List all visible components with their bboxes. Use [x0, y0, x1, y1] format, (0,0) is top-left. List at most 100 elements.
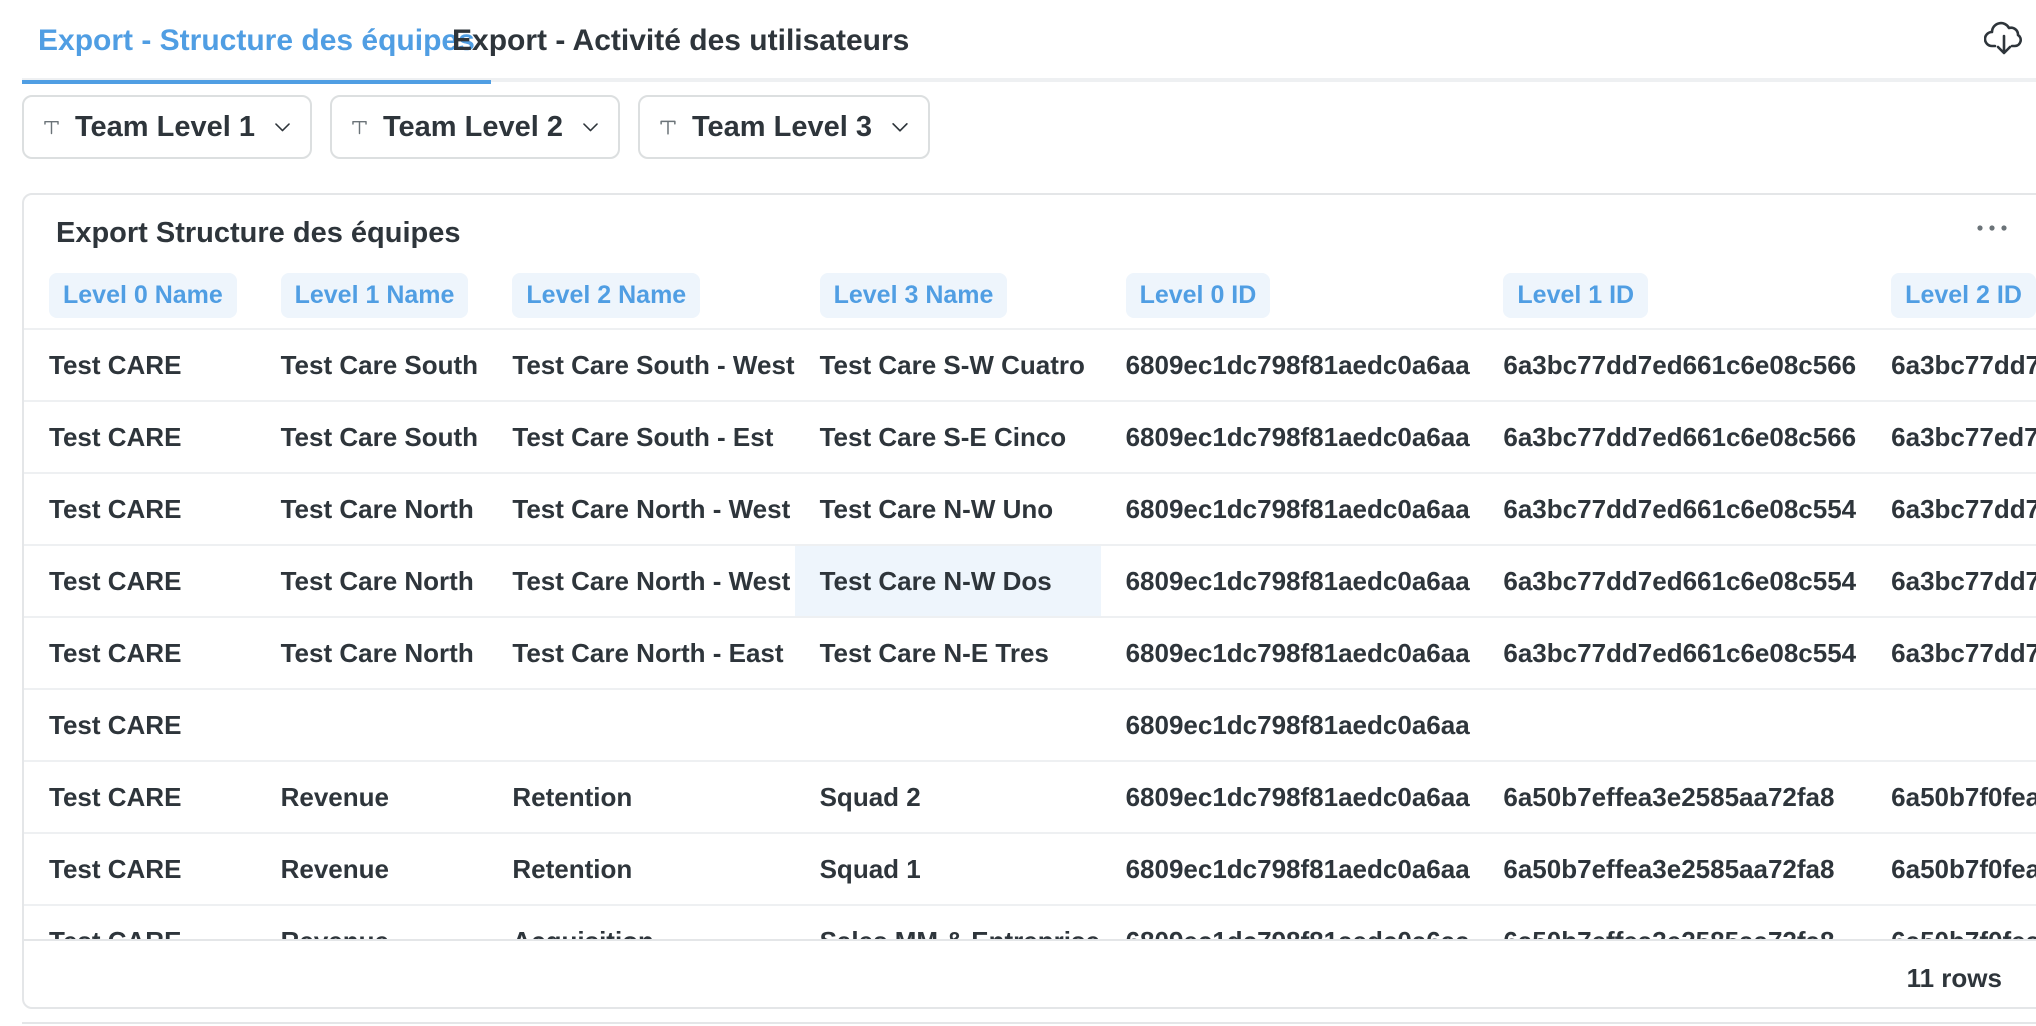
table-cell[interactable]: 6a3bc77dd7e [1866, 328, 2036, 401]
table-cell[interactable]: Revenue [255, 832, 488, 905]
row-count: 11 rows [1906, 963, 2002, 993]
filter-label: Team Level 1 [74, 110, 255, 143]
table-cell[interactable]: 6a3bc77dd7ed661c6e08c566 [1478, 328, 1867, 401]
next-card-edge [22, 1022, 2036, 1026]
column-header[interactable]: Level 1 Name [280, 273, 469, 318]
chevron-down-icon [275, 123, 290, 132]
table-cell[interactable]: Test Care S-E Cinco [794, 400, 1101, 473]
table-cell[interactable]: Sales MM & Entreprise [794, 904, 1101, 939]
table-cell[interactable]: Test Care North - East [487, 616, 795, 689]
table-cell[interactable]: Test Care North - West [487, 544, 795, 617]
table-cell[interactable]: Test CARE [24, 688, 256, 761]
table-row: Test CARE Test Care South Test Care Sout… [24, 400, 2036, 473]
table-row: Test CARE Revenue Retention Squad 2 6809… [24, 760, 2036, 833]
cloud-download-icon[interactable] [1984, 18, 2024, 58]
table-cell[interactable] [1866, 688, 2036, 761]
table-row: Test CARE Test Care South Test Care Sout… [24, 328, 2036, 401]
table-cell[interactable]: 6a50b7effea3e2585aa72fa8 [1478, 904, 1867, 939]
table-cell[interactable]: 6809ec1dc798f81aedc0a6aa [1100, 328, 1479, 401]
table-cell[interactable]: Test CARE [24, 760, 256, 833]
table-header-row: Level 0 Name Level 1 Name Level 2 Name L… [24, 263, 2036, 329]
table-cell[interactable]: Test CARE [24, 616, 256, 689]
table-cell[interactable] [794, 688, 1101, 761]
filter-team-level-3[interactable]: Team Level 3 [638, 95, 930, 159]
table-cell[interactable]: Test CARE [24, 544, 256, 617]
column-header[interactable]: Level 3 Name [819, 273, 1008, 318]
column-header[interactable]: Level 2 Name [512, 273, 701, 318]
table-cell[interactable]: 6a50b7f0fea [1866, 832, 2036, 905]
table-cell[interactable]: Squad 1 [794, 832, 1101, 905]
table-cell[interactable]: 6809ec1dc798f81aedc0a6aa [1100, 616, 1479, 689]
table-cell[interactable] [487, 688, 795, 761]
text-type-icon [660, 120, 676, 135]
table-row: Test CARE Test Care North Test Care Nort… [24, 472, 2036, 545]
column-header[interactable]: Level 0 ID [1125, 273, 1271, 318]
chevron-down-icon [583, 123, 598, 132]
table-cell[interactable]: Test Care N-W Uno [794, 472, 1101, 545]
table-cell[interactable]: Test CARE [24, 400, 256, 473]
table-cell[interactable]: 6a3bc77dd7ed661c6e08c554 [1478, 472, 1867, 545]
table-cell[interactable] [255, 688, 488, 761]
table-cell[interactable]: 6809ec1dc798f81aedc0a6aa [1100, 688, 1479, 761]
table-cell[interactable]: Test Care North [255, 616, 488, 689]
text-type-icon [352, 120, 367, 135]
tab-export-structure[interactable]: Export - Structure des équipes [22, 20, 491, 84]
table-cell[interactable]: 6a50b7f0fea [1866, 760, 2036, 833]
tab-export-activite[interactable]: Export - Activité des utilisateurs [436, 20, 925, 82]
table-cell[interactable]: Revenue [255, 760, 488, 833]
table-cell[interactable]: 6809ec1dc798f81aedc0a6aa [1100, 544, 1479, 617]
table-cell[interactable]: 6a3bc77dd7ed661c6e08c554 [1478, 544, 1867, 617]
table-cell[interactable]: Test CARE [24, 904, 256, 939]
filter-label: Team Level 2 [382, 110, 563, 143]
table-cell[interactable]: Acquisition [487, 904, 795, 939]
table-cell[interactable]: 6a50b7effea3e2585aa72fa8 [1478, 760, 1867, 833]
data-table: Level 0 Name Level 1 Name Level 2 Name L… [24, 263, 2036, 939]
table-cell[interactable]: Test Care North [255, 472, 488, 545]
table-cell[interactable]: Test CARE [24, 472, 256, 545]
table-cell[interactable]: 6a3bc77dd7ed661c6e08c554 [1478, 616, 1867, 689]
column-header[interactable]: Level 2 ID [1891, 273, 2036, 318]
table-cell[interactable]: 6809ec1dc798f81aedc0a6aa [1100, 904, 1479, 939]
table-cell[interactable]: 6a3bc77dd7e [1866, 472, 2036, 545]
table-cell[interactable]: Test Care South [255, 328, 488, 401]
table-row: Test CARE 6809ec1dc798f81aedc0a6aa [24, 688, 2036, 761]
table-cell[interactable]: 6809ec1dc798f81aedc0a6aa [1100, 400, 1479, 473]
table-cell[interactable]: Test Care S-W Cuatro [794, 328, 1101, 401]
table-cell[interactable]: 6a3bc77ed7e [1866, 400, 2036, 473]
table-row: Test CARE Test Care North Test Care Nort… [24, 616, 2036, 689]
filter-label: Team Level 3 [691, 110, 872, 143]
table-row: Test CARE Test Care North Test Care Nort… [24, 544, 2036, 617]
table-cell[interactable]: Test Care South - West [487, 328, 795, 401]
table-cell[interactable]: 6a3bc77dd7e [1866, 544, 2036, 617]
table-cell[interactable]: 6a50b7effea3e2585aa72fa8 [1478, 832, 1867, 905]
table-cell[interactable]: Test Care North [255, 544, 488, 617]
table-cell[interactable]: Test Care South - Est [487, 400, 795, 473]
column-header[interactable]: Level 1 ID [1503, 273, 1649, 318]
table-cell[interactable]: Test Care N-E Tres [794, 616, 1101, 689]
column-header[interactable]: Level 0 Name [49, 273, 237, 318]
table-cell[interactable]: 6809ec1dc798f81aedc0a6aa [1100, 472, 1479, 545]
table-cell[interactable]: 6809ec1dc798f81aedc0a6aa [1100, 832, 1479, 905]
table-cell[interactable]: 6a3bc77dd7e [1866, 616, 2036, 689]
table-cell[interactable]: Test Care South [255, 400, 488, 473]
text-type-icon [44, 120, 59, 135]
filter-team-level-1[interactable]: Team Level 1 [22, 95, 312, 159]
table-cell[interactable]: Retention [487, 760, 795, 833]
table-card: Export Structure des équipes Level 0 Nam… [22, 193, 2036, 1009]
filter-team-level-2[interactable]: Team Level 2 [330, 95, 620, 159]
table-row: Test CARE Revenue Acquisition Sales MM &… [24, 904, 2036, 939]
table-cell-selected[interactable]: Test Care N-W Dos [794, 544, 1101, 617]
table-cell[interactable]: Test Care North - West [487, 472, 795, 545]
ellipsis-icon[interactable] [1972, 219, 2012, 237]
table-cell[interactable]: 6a50b7f0fea [1866, 904, 2036, 939]
table-scroll-area[interactable]: Level 0 Name Level 1 Name Level 2 Name L… [24, 263, 2036, 939]
table-cell[interactable] [1478, 688, 1867, 761]
table-cell[interactable]: Squad 2 [794, 760, 1101, 833]
table-cell[interactable]: Revenue [255, 904, 488, 939]
table-cell[interactable]: 6809ec1dc798f81aedc0a6aa [1100, 760, 1479, 833]
table-cell[interactable]: Retention [487, 832, 795, 905]
table-cell[interactable]: Test CARE [24, 328, 256, 401]
table-cell[interactable]: Test CARE [24, 832, 256, 905]
chevron-down-icon [892, 123, 908, 132]
table-cell[interactable]: 6a3bc77dd7ed661c6e08c566 [1478, 400, 1867, 473]
